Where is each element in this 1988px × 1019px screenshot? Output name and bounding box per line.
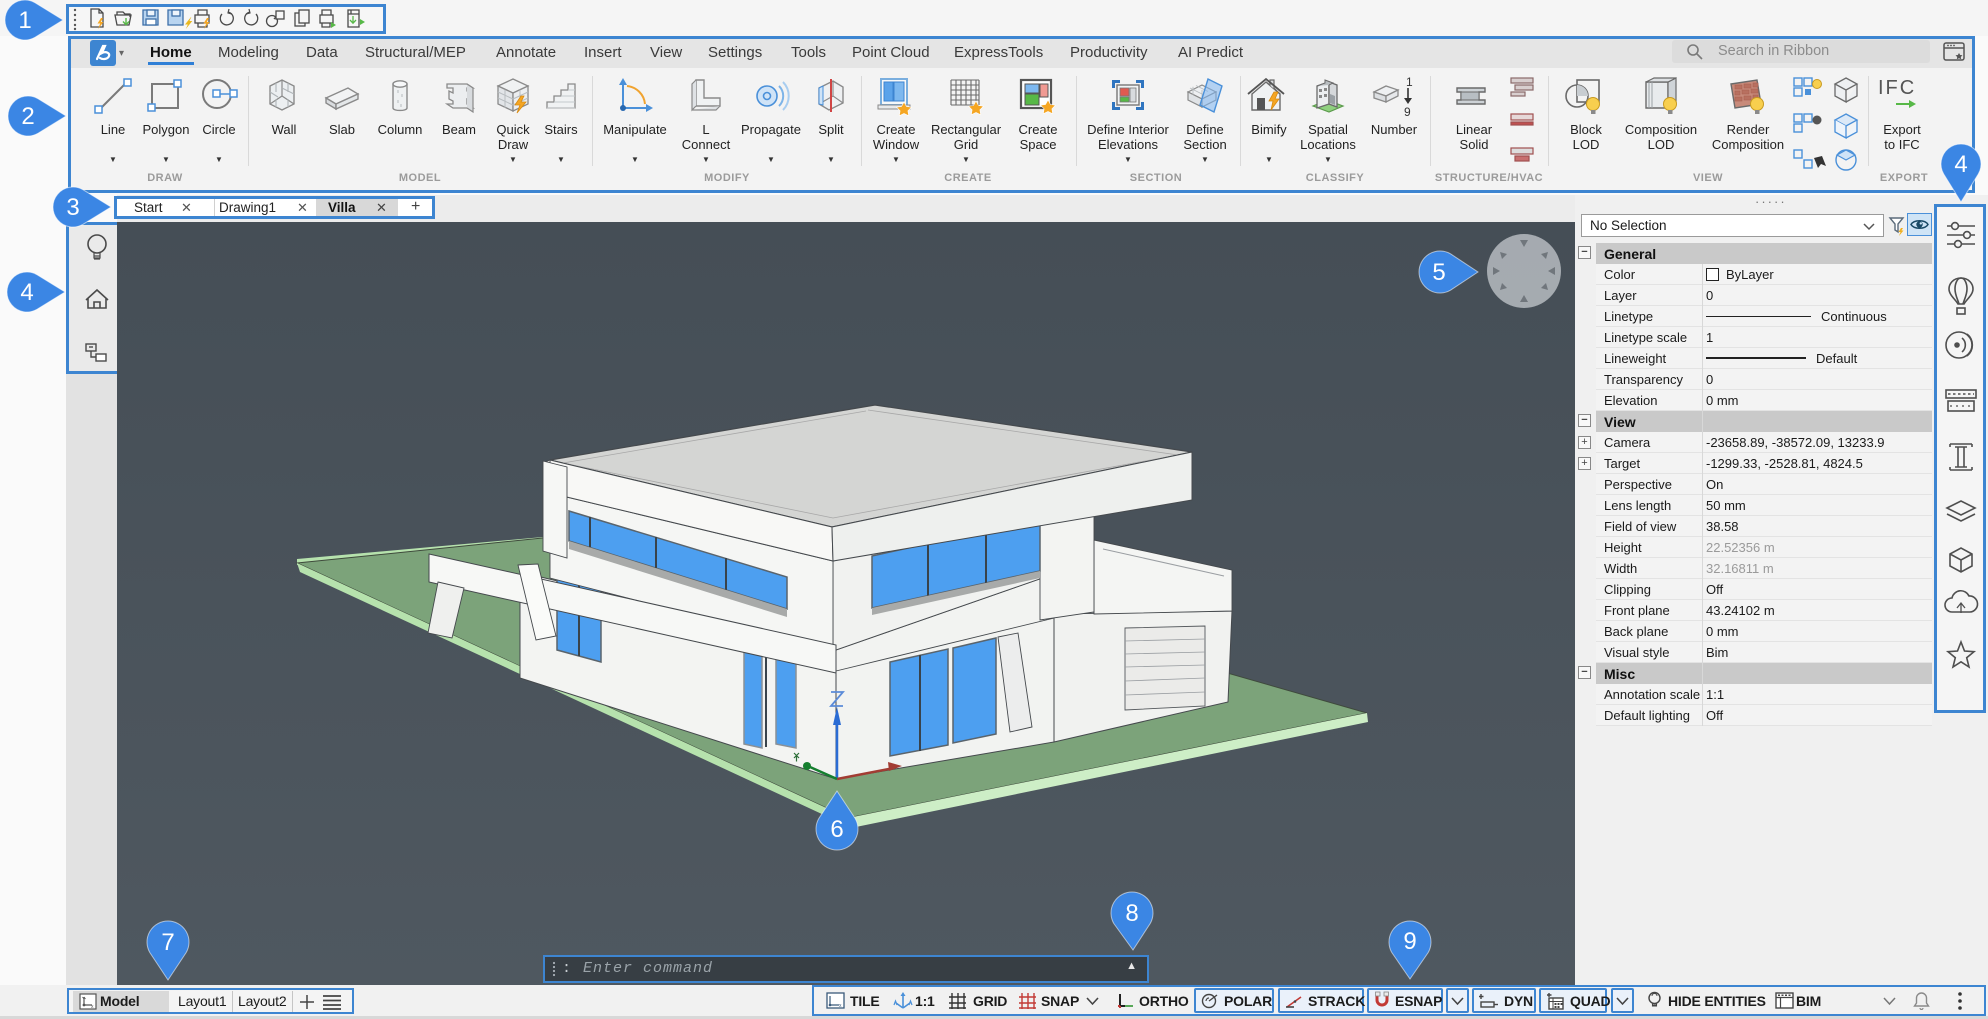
svg-text:9: 9 xyxy=(1403,928,1416,955)
svg-text:1: 1 xyxy=(18,7,31,34)
svg-text:6: 6 xyxy=(830,816,843,843)
svg-text:8: 8 xyxy=(1125,900,1138,927)
svg-text:2: 2 xyxy=(21,103,34,130)
svg-text:4: 4 xyxy=(1954,151,1967,178)
svg-text:3: 3 xyxy=(66,194,79,221)
svg-text:4: 4 xyxy=(20,279,33,306)
svg-text:5: 5 xyxy=(1432,259,1445,286)
svg-text:7: 7 xyxy=(161,929,174,956)
